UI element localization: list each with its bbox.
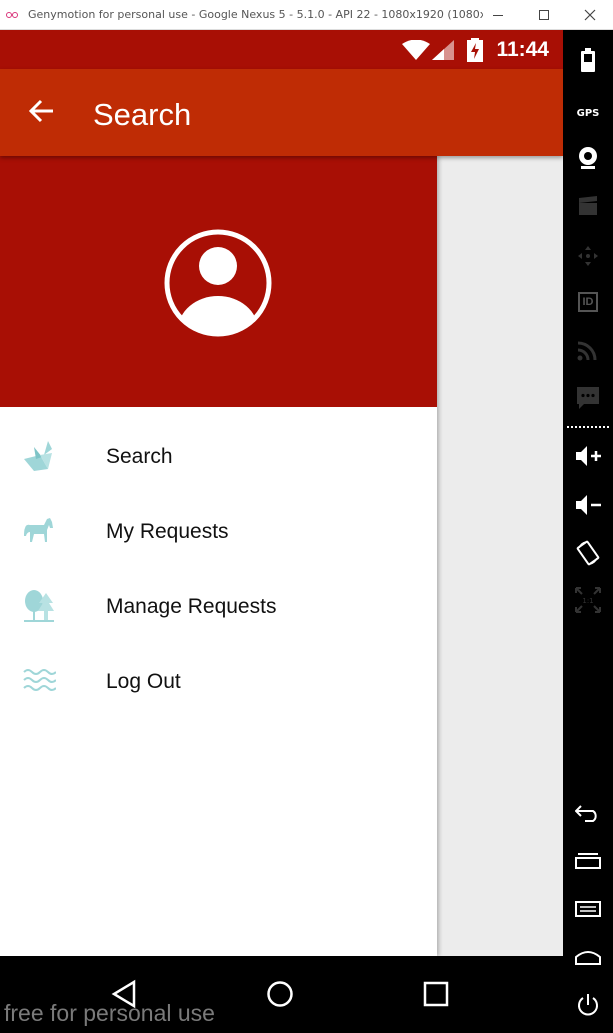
menu-item-label: Search (106, 445, 173, 468)
app-bar: Search (0, 69, 563, 156)
dpad-icon (578, 246, 598, 266)
power-button[interactable] (563, 985, 613, 1025)
wifi-icon (402, 40, 430, 60)
maximize-icon (539, 10, 549, 20)
signal-icon (432, 40, 454, 60)
nav-home-button[interactable] (260, 974, 300, 1014)
menu-item-search[interactable]: Search (0, 418, 437, 493)
nav-recents-button[interactable] (416, 974, 456, 1014)
dpad-button[interactable] (563, 236, 613, 276)
id-icon: ID (578, 292, 598, 312)
message-icon (577, 387, 599, 409)
menu-button[interactable] (563, 889, 613, 929)
status-time: 11:44 (496, 38, 549, 61)
window-title: Genymotion for personal use - Google Nex… (28, 8, 483, 21)
network-button[interactable] (563, 330, 613, 370)
volume-down-icon (576, 495, 601, 515)
arrow-back-icon[interactable] (26, 95, 58, 127)
webcam-icon (579, 147, 597, 169)
account-circle-icon[interactable] (163, 228, 273, 338)
menu-item-label: Manage Requests (106, 595, 277, 618)
origami-bird-icon (24, 441, 52, 471)
menu-icon (575, 901, 601, 917)
toolbar-separator (567, 426, 609, 428)
android-nav-bar: free for personal use (0, 956, 563, 1033)
device-screen: 11:44 Search Search My Requests Manage R… (0, 30, 563, 956)
menu-item-log-out[interactable]: Log Out (0, 643, 437, 718)
battery-icon (581, 48, 595, 72)
minimize-icon (493, 14, 503, 16)
genymotion-logo-icon (6, 10, 20, 20)
sms-button[interactable] (563, 378, 613, 418)
window-title-bar: Genymotion for personal use - Google Nex… (0, 0, 613, 30)
device-id-button[interactable]: ID (563, 282, 613, 322)
genymotion-toolbar: GPS ID 1:1 (563, 30, 613, 1033)
webcam-button[interactable] (563, 138, 613, 178)
navigation-drawer: Search My Requests Manage Requests Log O… (0, 156, 437, 956)
home-button[interactable] (563, 937, 613, 977)
recents-square-icon (423, 981, 449, 1007)
home-icon (575, 951, 601, 965)
watermark-text: free for personal use (4, 1000, 215, 1026)
scale-icon: 1:1 (575, 587, 601, 613)
minimize-button[interactable] (475, 0, 521, 30)
volume-down-button[interactable] (563, 485, 613, 525)
recent-apps-icon (575, 853, 601, 869)
battery-charging-icon (467, 38, 483, 62)
gps-icon: GPS (576, 107, 600, 119)
clapperboard-icon (579, 196, 597, 215)
power-icon (578, 994, 598, 1016)
trees-icon (24, 590, 54, 622)
recent-apps-button[interactable] (563, 841, 613, 881)
rss-icon (577, 341, 597, 361)
rotate-button[interactable] (563, 533, 613, 573)
rotate-icon (576, 540, 600, 566)
status-bar: 11:44 (0, 30, 563, 69)
home-circle-icon (267, 981, 293, 1007)
ratio-label: 1:1 (582, 597, 593, 605)
menu-item-manage-requests[interactable]: Manage Requests (0, 568, 437, 643)
pixel-perfect-button[interactable]: 1:1 (563, 580, 613, 620)
menu-item-my-requests[interactable]: My Requests (0, 493, 437, 568)
maximize-button[interactable] (521, 0, 567, 30)
capture-button[interactable] (563, 186, 613, 226)
horse-icon (24, 518, 53, 542)
menu-item-label: Log Out (106, 670, 181, 693)
gps-button[interactable]: GPS (563, 93, 613, 133)
volume-up-icon (576, 446, 601, 466)
volume-up-button[interactable] (563, 436, 613, 476)
back-icon (575, 805, 597, 822)
close-icon (584, 9, 596, 21)
drawer-menu: Search My Requests Manage Requests Log O… (0, 418, 437, 718)
android-back-button[interactable] (563, 793, 613, 833)
genymotion-window: Genymotion for personal use - Google Nex… (0, 0, 613, 1033)
close-button[interactable] (567, 0, 613, 30)
app-bar-title: Search (93, 97, 192, 132)
battery-button[interactable] (563, 40, 613, 80)
drawer-header (0, 156, 437, 407)
waves-icon (23, 669, 56, 691)
menu-item-label: My Requests (106, 520, 229, 543)
